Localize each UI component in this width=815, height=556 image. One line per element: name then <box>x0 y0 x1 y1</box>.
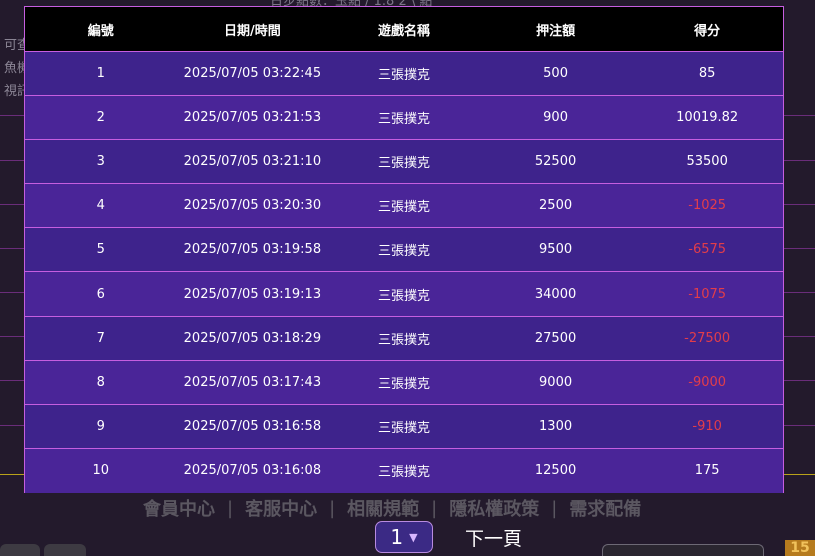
cell-datetime: 2025/07/05 03:16:08 <box>183 463 322 479</box>
corner-badge: 15 <box>785 540 815 556</box>
cell-bet: 9000 <box>539 374 573 390</box>
cell-datetime: 2025/07/05 03:19:13 <box>183 286 322 302</box>
footer-link-system-requirements[interactable]: 需求配備 <box>569 495 641 521</box>
cell-id: 9 <box>96 418 105 434</box>
footer-link-customer-service[interactable]: 客服中心 <box>245 495 317 521</box>
cell-game: 三張撲克 <box>377 112 430 128</box>
cell-id: 1 <box>96 66 105 82</box>
cell-id: 8 <box>96 374 105 390</box>
table-row: 6 2025/07/05 03:19:13 三張撲克 34000 -1075 <box>25 272 783 317</box>
column-header-game: 遊戲名稱 <box>377 23 430 39</box>
column-header-score: 得分 <box>694 23 721 39</box>
table-row: 5 2025/07/05 03:19:58 三張撲克 9500 -6575 <box>25 228 783 273</box>
footer-link-member-center[interactable]: 會員中心 <box>143 495 215 521</box>
footer-links: 會員中心 | 客服中心 | 相關規範 | 隱私權政策 | 需求配備 <box>143 495 641 521</box>
cell-bet: 12500 <box>534 463 577 479</box>
bottom-decoration <box>0 544 40 556</box>
column-header-bet: 押注額 <box>536 23 576 39</box>
pager: 1 ▼ 下一頁 <box>375 521 522 553</box>
cell-score: 85 <box>698 66 716 82</box>
column-header-datetime: 日期/時間 <box>224 23 281 39</box>
next-page-link[interactable]: 下一頁 <box>465 524 522 551</box>
table-row: 7 2025/07/05 03:18:29 三張撲克 27500 -27500 <box>25 316 783 361</box>
cell-game: 三張撲克 <box>377 156 430 172</box>
table-row: 9 2025/07/05 03:16:58 三張撲克 1300 -910 <box>25 404 783 449</box>
footer-separator: | <box>551 497 558 519</box>
cell-score: 53500 <box>686 154 728 170</box>
footer-link-regulations[interactable]: 相關規範 <box>347 495 419 521</box>
cell-score: -1075 <box>688 286 727 302</box>
footer-separator: | <box>329 497 336 519</box>
cell-id: 2 <box>96 110 105 126</box>
cell-datetime: 2025/07/05 03:20:30 <box>183 198 322 214</box>
cell-score: 10019.82 <box>676 110 739 126</box>
cell-bet: 52500 <box>534 154 577 170</box>
bottom-input-edge <box>602 544 764 556</box>
bottom-decoration <box>44 544 86 556</box>
page-select[interactable]: 1 ▼ <box>375 521 433 553</box>
cell-id: 6 <box>96 286 105 302</box>
table-row: 2 2025/07/05 03:21:53 三張撲克 900 10019.82 <box>25 96 783 141</box>
cell-datetime: 2025/07/05 03:16:58 <box>183 418 322 434</box>
cell-datetime: 2025/07/05 03:21:10 <box>183 154 322 170</box>
cell-game: 三張撲克 <box>377 465 430 481</box>
bet-history-modal: 編號 日期/時間 遊戲名稱 押注額 得分 1 2025/07/05 03:22:… <box>24 6 784 493</box>
table-row: 4 2025/07/05 03:20:30 三張撲克 2500 -1025 <box>25 184 783 229</box>
table-row: 8 2025/07/05 03:17:43 三張撲克 9000 -9000 <box>25 360 783 405</box>
table-body: 1 2025/07/05 03:22:45 三張撲克 500 85 2 2025… <box>25 52 783 493</box>
table-header: 編號 日期/時間 遊戲名稱 押注額 得分 <box>25 7 783 52</box>
cell-bet: 2500 <box>539 198 573 214</box>
footer-separator: | <box>431 497 438 519</box>
cell-datetime: 2025/07/05 03:18:29 <box>183 330 322 346</box>
cell-bet: 27500 <box>534 330 577 346</box>
cell-score: -9000 <box>688 374 727 390</box>
cell-datetime: 2025/07/05 03:17:43 <box>183 374 322 390</box>
table-row: 10 2025/07/05 03:16:08 三張撲克 12500 175 <box>25 448 783 493</box>
cell-bet: 34000 <box>534 286 577 302</box>
cell-id: 5 <box>96 242 105 258</box>
cell-bet: 9500 <box>539 242 573 258</box>
cell-datetime: 2025/07/05 03:22:45 <box>183 66 322 82</box>
cell-game: 三張撲克 <box>377 420 430 436</box>
cell-game: 三張撲克 <box>377 244 430 260</box>
cell-score: 175 <box>694 463 720 479</box>
cell-bet: 1300 <box>539 418 573 434</box>
cell-bet: 900 <box>543 110 568 126</box>
cell-id: 3 <box>96 154 105 170</box>
table-row: 3 2025/07/05 03:21:10 三張撲克 52500 53500 <box>25 140 783 185</box>
footer-separator: | <box>227 497 234 519</box>
column-header-id: 編號 <box>87 23 114 39</box>
chevron-down-icon: ▼ <box>409 530 418 544</box>
cell-id: 7 <box>96 330 105 346</box>
cell-id: 4 <box>96 198 105 214</box>
footer-link-privacy-policy[interactable]: 隱私權政策 <box>449 495 539 521</box>
cell-id: 10 <box>92 463 110 479</box>
cell-game: 三張撲克 <box>377 200 430 216</box>
cell-datetime: 2025/07/05 03:19:58 <box>183 242 322 258</box>
cell-score: -6575 <box>688 242 727 258</box>
cell-bet: 500 <box>543 66 568 82</box>
cell-datetime: 2025/07/05 03:21:53 <box>183 110 322 126</box>
page-select-value: 1 <box>390 525 404 549</box>
cell-score: -1025 <box>688 198 727 214</box>
cell-score: -910 <box>692 418 722 434</box>
cell-game: 三張撲克 <box>377 68 430 84</box>
table-row: 1 2025/07/05 03:22:45 三張撲克 500 85 <box>25 52 783 97</box>
cell-game: 三張撲克 <box>377 332 430 348</box>
cell-game: 三張撲克 <box>377 376 430 392</box>
cell-game: 三張撲克 <box>377 288 430 304</box>
cell-score: -27500 <box>684 330 731 346</box>
